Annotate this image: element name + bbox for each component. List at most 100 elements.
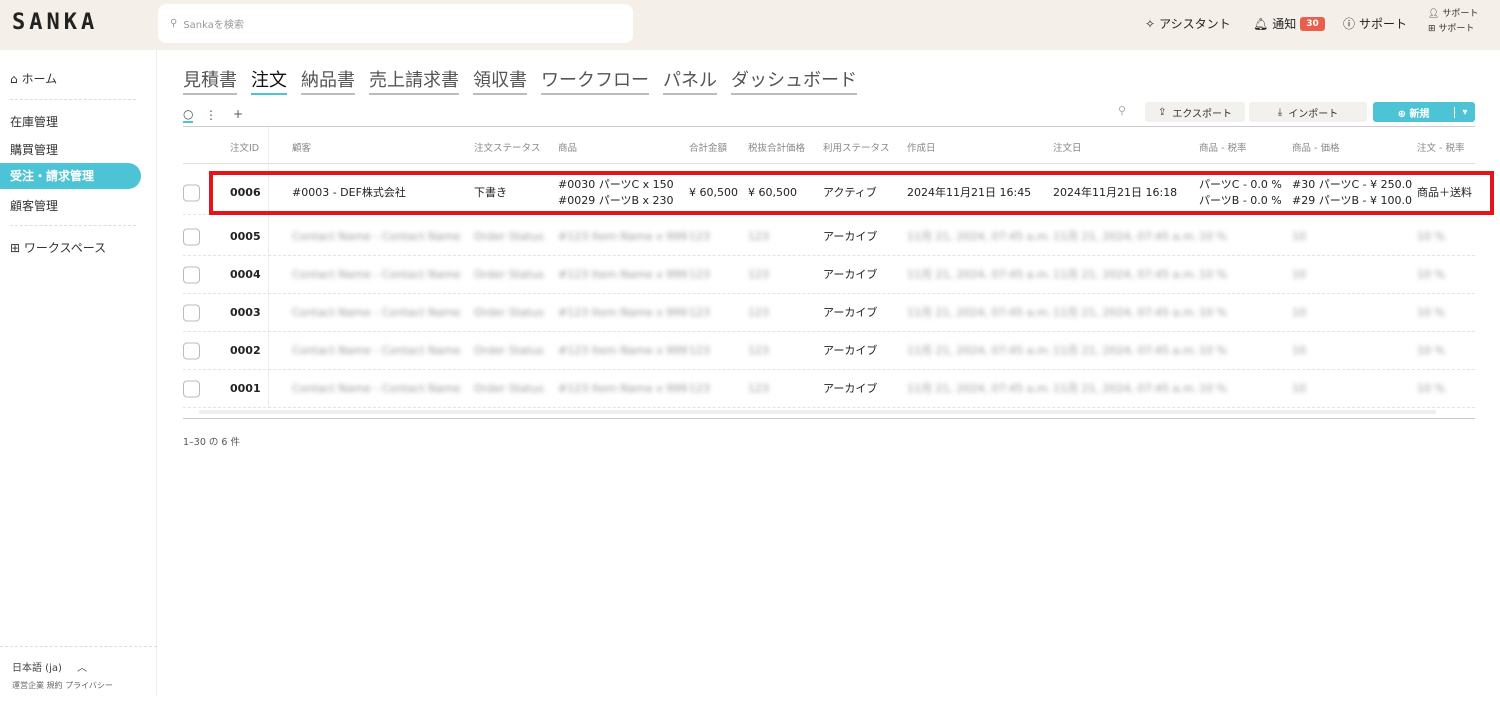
cell-customer[interactable]: Contact Name - Contact Name [292, 343, 460, 359]
sidebar-item-home[interactable]: ⌂ ホーム [10, 70, 57, 87]
import-button[interactable]: ⤓ インポート [1249, 102, 1367, 122]
cell-usage: アーカイブ [823, 229, 878, 243]
sidebar-item-inventory[interactable]: 在庫管理 [10, 113, 58, 130]
module-tabs: 見積書 注文 納品書 売上請求書 領収書 ワークフロー パネル ダッシュボード [183, 66, 857, 95]
cell-id[interactable]: 0003 [230, 305, 261, 321]
more-options-icon[interactable]: ⋮ [205, 108, 217, 122]
divider [183, 418, 1475, 419]
cell-usage: アーカイブ [823, 267, 878, 281]
column-header[interactable]: 商品 - 価格 [1292, 140, 1339, 154]
row-checkbox[interactable] [183, 304, 200, 321]
cell-id[interactable]: 0001 [230, 381, 261, 397]
column-header[interactable]: 注文ID [230, 140, 259, 154]
table-row[interactable]: 0003 Contact Name - Contact Name Order Sta… [183, 294, 1475, 332]
table-row[interactable]: 0005 Contact Name - Contact Name Order Sta… [183, 218, 1475, 256]
row-checkbox[interactable] [183, 184, 200, 201]
cell-ordered: 11月 21, 2024, 07:45 a.m. [1053, 343, 1198, 357]
cell-pretax: 123 [748, 229, 769, 243]
divider [10, 225, 136, 226]
cell-item_price: 10 [1292, 343, 1306, 359]
cell-line: #123 Item Name x 999 [558, 229, 688, 243]
export-label: エクスポート [1172, 108, 1233, 120]
language-selector[interactable]: 日本語 (ja) ︿ [12, 659, 145, 674]
horizontal-scrollbar[interactable] [199, 410, 1436, 414]
table-row[interactable]: 0002 Contact Name - Contact Name Order Sta… [183, 332, 1475, 370]
cell-items: #123 Item Name x 999 [558, 229, 687, 245]
column-header[interactable]: 顧客 [292, 140, 311, 154]
search-input[interactable]: ⚲ Sankaを検索 [158, 4, 633, 43]
export-button[interactable]: ⇪ エクスポート [1145, 102, 1245, 122]
cell-status: Order Status [474, 267, 544, 281]
cell-line: 10 [1292, 305, 1306, 319]
table-search-icon[interactable]: ⚲ [1118, 104, 1126, 117]
plus-icon: ⊕ [1397, 108, 1406, 120]
sidebar-item-orders-billing[interactable]: 受注・請求管理 [0, 163, 141, 189]
row-checkbox[interactable] [183, 228, 200, 245]
cell-order_tax: 10 % [1417, 343, 1445, 357]
column-header[interactable]: 商品 - 税率 [1199, 140, 1246, 154]
column-header[interactable]: 税抜合計価格 [748, 140, 805, 154]
import-label: インポート [1288, 108, 1339, 120]
column-header[interactable]: 注文ステータス [474, 140, 541, 154]
notifications-button[interactable]: 🔔︎ 通知 30 [1253, 15, 1325, 32]
cell-line: #123 Item Name x 999 [558, 305, 688, 319]
assistant-button[interactable]: ✧ アシスタント [1145, 15, 1231, 32]
cell-customer[interactable]: Contact Name - Contact Name [292, 305, 460, 321]
cell-id[interactable]: 0004 [230, 267, 261, 283]
cell-order_tax: 10 % [1417, 305, 1445, 319]
tab-3[interactable]: 売上請求書 [369, 66, 459, 95]
tab-6[interactable]: パネル [663, 66, 717, 95]
cell-customer[interactable]: Contact Name - Contact Name [292, 229, 460, 245]
download-icon: ⤓ [1277, 106, 1283, 118]
column-header[interactable]: 注文 - 税率 [1417, 140, 1464, 154]
add-view-button[interactable]: + [233, 107, 243, 121]
column-header[interactable]: 利用ステータス [823, 140, 890, 154]
cell-created: 11月 21, 2024, 07:45 a.m. [907, 267, 1052, 281]
tab-0[interactable]: 見積書 [183, 66, 237, 95]
row-checkbox[interactable] [183, 342, 200, 359]
cell-pretax: 123 [748, 305, 769, 319]
cell-line: 10 % [1199, 343, 1227, 357]
cell-ordered: 11月 21, 2024, 07:45 a.m. [1053, 229, 1198, 243]
cell-ordered: 11月 21, 2024, 07:45 a.m. [1053, 305, 1198, 319]
cell-customer[interactable]: Contact Name - Contact Name [292, 267, 460, 283]
cell-status: Order Status [474, 343, 544, 357]
support-button[interactable]: ⓘ サポート [1343, 15, 1407, 32]
cell-id[interactable]: 0002 [230, 343, 261, 359]
tab-7[interactable]: ダッシュボード [731, 66, 857, 95]
cell-order_tax: 10 % [1417, 267, 1445, 281]
cell-item_tax: 10 % [1199, 267, 1227, 283]
cell-items: #123 Item Name x 999 [558, 305, 687, 321]
cell-line: 10 % [1199, 267, 1227, 281]
cell-ordered: 11月 21, 2024, 07:45 a.m. [1053, 381, 1198, 395]
tab-5[interactable]: ワークフロー [541, 66, 649, 95]
row-checkbox[interactable] [183, 266, 200, 283]
workspace-name: サポート [1438, 24, 1475, 34]
tab-1[interactable]: 注文 [251, 66, 287, 95]
footer-links[interactable]: 運営企業 規約 プライバシー [12, 680, 145, 691]
column-header[interactable]: 合計金額 [689, 140, 727, 154]
new-button[interactable]: ⊕ 新規 ▾ [1373, 102, 1475, 122]
user-menu[interactable]: 👤︎ サポート ⊞ サポート [1428, 7, 1478, 37]
table-row[interactable]: 0001 Contact Name - Contact Name Order Sta… [183, 370, 1475, 408]
cell-customer[interactable]: Contact Name - Contact Name [292, 381, 460, 397]
new-dropdown-caret-icon[interactable]: ▾ [1454, 106, 1475, 118]
cell-created: 11月 21, 2024, 07:45 a.m. [907, 229, 1052, 243]
cell-total: 123 [689, 381, 710, 395]
view-circle-icon[interactable]: ○ [183, 107, 194, 123]
column-header[interactable]: 注文日 [1053, 140, 1082, 154]
sidebar-item-customers[interactable]: 顧客管理 [10, 197, 58, 214]
tab-2[interactable]: 納品書 [301, 66, 355, 95]
sidebar-item-workspace[interactable]: ⊞ ワークスペース [10, 239, 106, 256]
pagination-info: 1–30 の 6 件 [183, 437, 240, 448]
table-row[interactable]: 0004 Contact Name - Contact Name Order Sta… [183, 256, 1475, 294]
cell-usage: アーカイブ [823, 381, 878, 395]
tab-4[interactable]: 領収書 [473, 66, 527, 95]
cell-line: 10 % [1199, 229, 1227, 243]
sidebar-item-purchasing[interactable]: 購買管理 [10, 141, 58, 158]
column-header[interactable]: 商品 [558, 140, 577, 154]
column-header[interactable]: 作成日 [907, 140, 936, 154]
logo[interactable]: SANKA [12, 10, 98, 35]
row-checkbox[interactable] [183, 380, 200, 397]
cell-id[interactable]: 0005 [230, 229, 261, 245]
